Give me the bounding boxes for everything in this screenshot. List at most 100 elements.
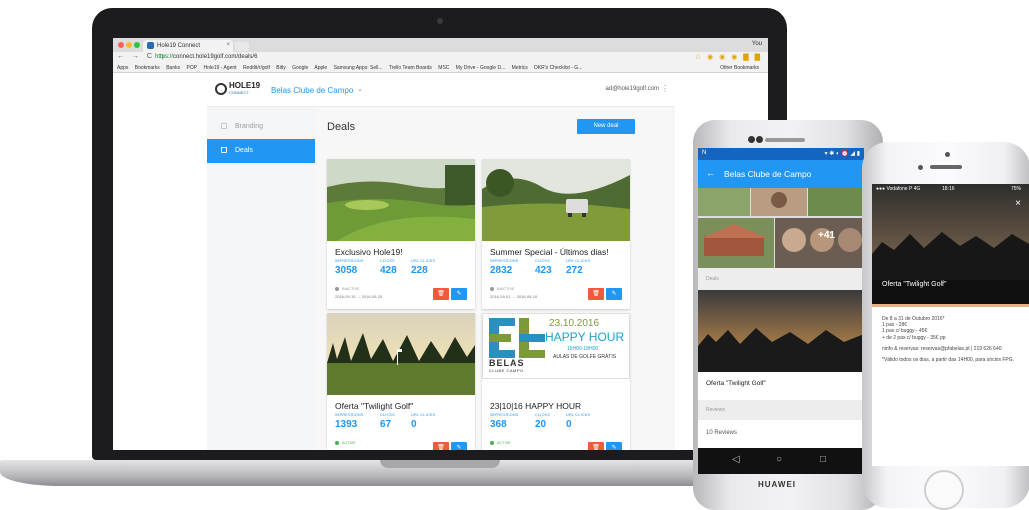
notification-icon: N	[702, 150, 707, 156]
url-field[interactable]: https://connect.hole19golf.com/deals/6	[155, 54, 257, 60]
bookmark-item[interactable]: Bookmarks	[135, 65, 160, 71]
sensor-icon	[756, 136, 763, 143]
extension-icons[interactable]: ☆ ◉ ◉ ◉ ▇ ▇	[695, 53, 762, 61]
bookmark-item[interactable]: Apple	[314, 65, 327, 71]
minimize-window-icon[interactable]	[126, 42, 132, 48]
profile-badge[interactable]: You	[752, 41, 762, 47]
deal-image	[327, 159, 475, 241]
promo-time: 15H00-18H00	[567, 346, 599, 352]
more-menu-icon[interactable]: ⋮	[661, 84, 669, 93]
deals-icon	[221, 147, 227, 153]
sidebar-item-label: Branding	[235, 123, 264, 130]
delete-button[interactable]: 🗑	[433, 288, 449, 300]
sidebar-item-deals[interactable]: Deals	[207, 139, 315, 163]
delete-button[interactable]: 🗑	[588, 442, 604, 450]
deal-card[interactable]: Oferta "Twilight Golf" IMPRESSIONS 1393 C…	[327, 313, 475, 450]
new-tab-button[interactable]	[235, 42, 249, 51]
metric-label: URL CLICKS	[411, 259, 436, 263]
maximize-window-icon[interactable]	[134, 42, 140, 48]
camera-icon	[437, 18, 443, 24]
deal-title: Summer Special - Últimos dias!	[490, 247, 609, 257]
nav-recent-icon[interactable]: □	[820, 454, 826, 465]
deal-title: Oferta "Twilight Golf"	[335, 401, 414, 411]
edit-button[interactable]: ✎	[606, 288, 622, 300]
metric-clicks: CLICKS 20	[535, 413, 550, 430]
deal-card[interactable]: 23.10.2016 HAPPY HOUR 15H00-18H00 AULAS …	[482, 313, 630, 450]
bookmark-item[interactable]: POP	[187, 65, 198, 71]
bookmark-item[interactable]: Google	[292, 65, 308, 71]
deal-title[interactable]: Oferta "Twilight Golf"	[706, 380, 766, 387]
metric-value: 368	[490, 419, 507, 430]
status-dot-icon	[335, 287, 339, 291]
metric-value: 2832	[490, 265, 513, 276]
deal-card[interactable]: Exclusivo Hole19! IMPRESSIONS 3058 CLICKS…	[327, 159, 475, 309]
bookmark-item[interactable]: Reddit/r/golf	[243, 65, 270, 71]
sidebar-item-branding[interactable]: Branding	[207, 115, 315, 139]
status-badge: ACTIVE	[490, 441, 511, 445]
speaker-grille	[930, 165, 962, 169]
new-deal-button[interactable]: New deal	[577, 119, 635, 134]
android-app-bar: ← Belas Clube de Campo	[698, 160, 864, 188]
bookmark-item[interactable]: My Drive - Google D...	[456, 65, 505, 71]
home-button[interactable]	[924, 470, 964, 510]
chevron-down-icon[interactable]: ⌄	[357, 85, 363, 93]
metric-label: CLICKS	[380, 413, 395, 417]
metric-impressions: IMPRESSIONS 3058	[335, 259, 364, 276]
bookmark-item[interactable]: Samsung Apps: Sell...	[334, 65, 383, 71]
back-arrow-icon[interactable]: ←	[706, 168, 715, 178]
metric-label: IMPRESSIONS	[335, 413, 364, 417]
edit-button[interactable]: ✎	[451, 442, 467, 450]
ios-status-bar: ●●● Vodafone P 4G 18:16 75%	[872, 184, 1029, 194]
section-label-deals: Deals	[698, 268, 864, 290]
status-label: INACTIVE	[342, 287, 360, 291]
section-label-reviews: Reviews	[698, 400, 864, 420]
nav-back-icon[interactable]: ◁	[732, 454, 740, 465]
bookmark-item[interactable]: DKR's Checklist - G...	[534, 65, 582, 71]
browser-tab-bar: Hole19 Connect × You	[113, 38, 768, 52]
bookmark-item[interactable]: MSC	[438, 65, 449, 71]
club-selector[interactable]: Belas Clube de Campo	[271, 86, 353, 95]
nav-home-icon[interactable]: ○	[776, 454, 782, 465]
close-window-icon[interactable]	[118, 42, 124, 48]
bookmark-item[interactable]: Trello Team Boards	[389, 65, 432, 71]
tab-close-icon[interactable]: ×	[226, 42, 230, 48]
metric-impressions: IMPRESSIONS 368	[490, 413, 519, 430]
deal-terms: *Válido todos os dias, a partir das 14H0…	[882, 357, 1015, 364]
url-scheme: https://	[155, 54, 174, 60]
other-bookmarks[interactable]: Other Bookmarks	[720, 65, 759, 71]
metric-value: 272	[566, 265, 583, 276]
deal-card[interactable]: Summer Special - Últimos dias! IMPRESSIO…	[482, 159, 630, 309]
edit-button[interactable]: ✎	[606, 442, 622, 450]
reviews-count[interactable]: 10 Reviews	[706, 430, 737, 436]
promo-brand-sub: CLUBE CAMPO	[489, 368, 524, 373]
metric-impressions: IMPRESSIONS 2832	[490, 259, 519, 276]
bookmark-item[interactable]: Metrics	[512, 65, 528, 71]
laptop-notch	[380, 460, 500, 468]
arrow-right-icon: →	[356, 294, 361, 299]
deal-image: 23.10.2016 HAPPY HOUR 15H00-18H00 AULAS …	[482, 313, 630, 395]
bookmark-item[interactable]: Hole19 - Agent	[203, 65, 236, 71]
delete-button[interactable]: 🗑	[588, 288, 604, 300]
app-logo[interactable]: HOLE19 CONNECT	[229, 82, 260, 96]
edit-button[interactable]: ✎	[451, 288, 467, 300]
android-screen: N ▾ ✱ ◐ ⏰ ◢ ▮ ← Belas Clube de Campo +41…	[698, 148, 864, 448]
url-host: connect.hole19golf.com/deals/6	[173, 54, 258, 60]
photo-gallery[interactable]: +41	[698, 188, 864, 268]
metric-value: 0	[411, 419, 417, 430]
promo-subtitle: AULAS DE GOLFE GRÁTIS	[553, 354, 617, 360]
front-camera-icon	[918, 165, 923, 170]
android-status-bar: N ▾ ✱ ◐ ⏰ ◢ ▮	[698, 148, 864, 160]
delete-button[interactable]: 🗑	[433, 442, 449, 450]
browser-tab[interactable]: Hole19 Connect ×	[143, 40, 233, 52]
deal-image[interactable]	[698, 290, 864, 372]
branding-icon	[221, 123, 227, 129]
bookmark-item[interactable]: Apps	[117, 65, 128, 71]
image-strip	[872, 304, 1029, 307]
status-dot-icon	[335, 441, 339, 445]
metric-label: IMPRESSIONS	[490, 259, 519, 263]
bookmark-item[interactable]: Bitly	[276, 65, 285, 71]
start-date: 2016-09-01	[490, 294, 511, 299]
address-bar: ← → C ⌂ https://connect.hole19golf.com/d…	[113, 52, 768, 63]
bookmark-item[interactable]: Banks	[166, 65, 180, 71]
close-icon[interactable]: ×	[1015, 198, 1021, 209]
